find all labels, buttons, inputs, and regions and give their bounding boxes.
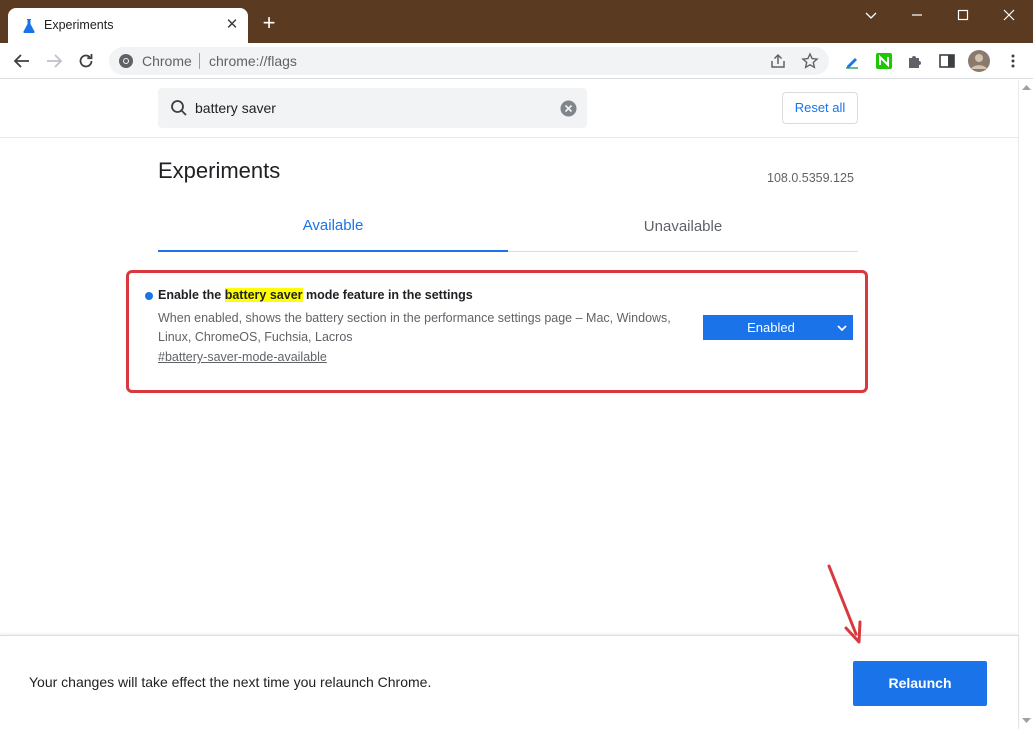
tab-available[interactable]: Available xyxy=(158,212,508,252)
close-icon xyxy=(1003,9,1015,21)
clear-search-icon[interactable] xyxy=(560,100,577,117)
reload-icon[interactable] xyxy=(76,51,96,71)
scroll-up-icon[interactable] xyxy=(1022,84,1031,90)
profile-avatar[interactable] xyxy=(968,50,990,72)
flag-state-value: Enabled xyxy=(747,320,795,335)
page-header: battery saver Reset all xyxy=(0,80,1018,138)
page-title: Experiments xyxy=(158,158,281,183)
forward-arrow-icon[interactable] xyxy=(44,51,64,71)
tab-close-icon[interactable]: ✕ xyxy=(224,17,240,33)
scrollbar[interactable] xyxy=(1018,80,1033,729)
site-label: Chrome xyxy=(142,53,192,69)
chevron-down-icon xyxy=(865,12,877,19)
flag-search-input[interactable]: battery saver xyxy=(158,88,587,128)
omnibox-divider xyxy=(199,53,200,69)
maximize-icon xyxy=(957,9,969,21)
side-panel-icon[interactable] xyxy=(938,52,956,70)
reset-all-button[interactable]: Reset all xyxy=(782,92,858,124)
back-arrow-icon[interactable] xyxy=(12,51,32,71)
relaunch-message: Your changes will take effect the next t… xyxy=(29,674,432,690)
maximize-button[interactable] xyxy=(940,4,986,28)
address-bar[interactable]: Chrome chrome://flags xyxy=(109,47,829,75)
tab-search-button[interactable] xyxy=(848,4,894,28)
share-icon[interactable] xyxy=(769,52,787,70)
flask-icon xyxy=(23,19,35,33)
flag-title-suffix: mode feature in the settings xyxy=(302,288,473,302)
browser-toolbar: Chrome chrome://flags xyxy=(0,43,1033,79)
bookmark-star-icon[interactable] xyxy=(801,52,819,70)
flags-page: battery saver Reset all Experiments 108.… xyxy=(0,80,1033,729)
new-tab-button[interactable]: + xyxy=(258,12,280,34)
minimize-icon xyxy=(912,14,922,16)
browser-tab[interactable]: Experiments ✕ xyxy=(8,8,248,43)
chevron-down-icon xyxy=(837,325,847,332)
flag-tabs: Available Unavailable xyxy=(158,212,858,252)
search-icon xyxy=(171,100,187,116)
relaunch-button[interactable]: Relaunch xyxy=(853,661,987,706)
flag-state-select[interactable]: Enabled xyxy=(703,315,853,340)
flag-title: Enable the battery saver mode feature in… xyxy=(158,288,473,302)
scroll-down-icon[interactable] xyxy=(1022,718,1031,724)
puzzle-icon[interactable] xyxy=(906,52,924,70)
flag-title-prefix: Enable the xyxy=(158,288,225,302)
extension-n-icon[interactable] xyxy=(875,52,893,70)
minimize-button[interactable] xyxy=(894,4,940,28)
version-number: 108.0.5359.125 xyxy=(767,171,854,185)
modified-indicator-dot xyxy=(145,292,153,300)
window-title-bar: Experiments ✕ + xyxy=(0,0,1033,43)
close-window-button[interactable] xyxy=(986,4,1032,28)
url-text[interactable]: chrome://flags xyxy=(209,53,297,69)
more-menu-icon[interactable] xyxy=(1004,52,1022,70)
search-value: battery saver xyxy=(195,100,276,116)
flag-description: When enabled, shows the battery section … xyxy=(158,311,671,344)
tab-title: Experiments xyxy=(44,18,114,32)
chrome-icon xyxy=(119,54,133,68)
relaunch-bar: Your changes will take effect the next t… xyxy=(0,635,1018,729)
flag-permalink[interactable]: #battery-saver-mode-available xyxy=(158,350,327,364)
tab-unavailable[interactable]: Unavailable xyxy=(508,212,858,252)
extension-pen-icon[interactable] xyxy=(843,52,861,70)
flag-title-highlight: battery saver xyxy=(224,288,303,302)
